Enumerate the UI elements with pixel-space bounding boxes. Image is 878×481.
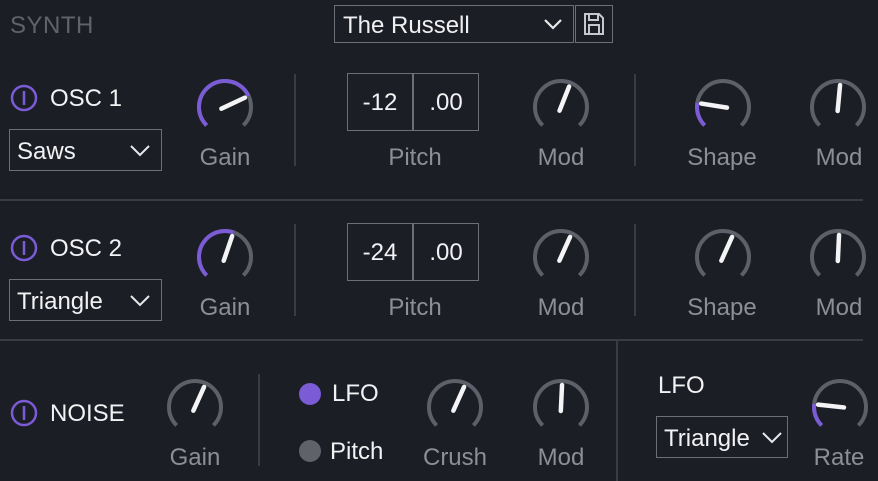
osc2-pitch-fine[interactable]: .00 [413, 223, 479, 281]
osc1-mod-label: Mod [537, 144, 585, 171]
knob-pointer [557, 234, 573, 263]
osc1-gain-knob[interactable] [194, 76, 256, 138]
knob-pointer [699, 101, 730, 110]
noise-mod-knob[interactable] [530, 376, 592, 438]
preset-name: The Russell [343, 12, 470, 39]
column-divider [616, 340, 618, 481]
osc2-pitch-semitone-value: -24 [362, 239, 398, 266]
noise-gain-knob[interactable] [164, 376, 226, 438]
noise-crush-knob[interactable] [424, 376, 486, 438]
knob-pointer [219, 95, 248, 111]
osc2-power-icon[interactable] [10, 234, 38, 262]
knob-value-arc [812, 403, 824, 427]
osc1-wave-select[interactable]: Saws [9, 129, 162, 171]
chevron-down-icon [544, 19, 562, 30]
osc2-mod-label: Mod [537, 294, 585, 321]
osc1-label: OSC 1 [50, 85, 123, 112]
osc1-shape-knob[interactable] [692, 76, 754, 138]
radio-pitch[interactable] [299, 440, 321, 462]
osc1-power-icon[interactable] [10, 84, 38, 112]
osc1-wave-value: Saws [17, 138, 76, 165]
lfo-label: LFO [658, 372, 705, 399]
radio-pitch-label: Pitch [330, 438, 384, 465]
osc1-pitch-label: Pitch [388, 144, 442, 171]
osc1-shape-label: Shape [687, 144, 757, 171]
osc1-pitch-semitone-value: -12 [362, 89, 398, 116]
noise-label: NOISE [50, 400, 125, 427]
chevron-down-icon [130, 145, 150, 157]
noise-crush-label: Crush [422, 444, 488, 471]
preset-dropdown[interactable]: The Russell [334, 5, 574, 43]
section-title: SYNTH [10, 12, 94, 39]
noise-mod-label: Mod [537, 444, 585, 471]
column-divider [294, 74, 296, 166]
knob-pointer [557, 84, 572, 113]
osc2-pitch-fine-value: .00 [429, 239, 463, 266]
osc2-pitch-semitone[interactable]: -24 [347, 223, 413, 281]
osc1-mod-knob[interactable] [530, 76, 592, 138]
knob-pointer [719, 234, 735, 263]
column-divider [294, 224, 296, 316]
knob-pointer [451, 384, 467, 413]
osc2-shape-knob[interactable] [692, 226, 754, 288]
chevron-down-icon [762, 432, 782, 444]
osc2-gain-label: Gain [199, 294, 251, 321]
knob-pointer [221, 233, 235, 264]
chevron-down-icon [130, 295, 150, 307]
lfo-rate-label: Rate [813, 444, 865, 471]
noise-gain-label: Gain [169, 444, 221, 471]
save-icon [584, 13, 604, 35]
lfo-wave-value: Triangle [664, 425, 750, 452]
osc1-pitch-fine-value: .00 [429, 89, 463, 116]
osc2-wave-value: Triangle [17, 288, 103, 315]
osc1-pitch-fine[interactable]: .00 [413, 73, 479, 131]
radio-lfo[interactable] [299, 383, 321, 405]
osc2-label: OSC 2 [50, 235, 123, 262]
osc2-mod-knob[interactable] [530, 226, 592, 288]
column-divider [258, 374, 260, 466]
column-divider [634, 224, 636, 316]
lfo-wave-select[interactable]: Triangle [656, 416, 788, 458]
column-divider [634, 74, 636, 166]
noise-power-icon[interactable] [10, 399, 38, 427]
osc2-shape-label: Shape [687, 294, 757, 321]
knob-value-arc [197, 78, 251, 127]
lfo-rate-knob[interactable] [809, 376, 871, 438]
osc2-gain-knob[interactable] [194, 226, 256, 288]
knob-pointer [558, 382, 565, 414]
knob-pointer [191, 384, 207, 413]
osc1-shape-mod-label: Mod [815, 144, 863, 171]
knob-value-arc [695, 102, 707, 127]
save-preset-button[interactable] [575, 5, 613, 43]
osc2-shape-mod-knob[interactable] [807, 226, 869, 288]
osc1-gain-label: Gain [199, 144, 251, 171]
knob-pointer [835, 82, 843, 114]
osc2-wave-select[interactable]: Triangle [9, 279, 162, 321]
osc2-shape-mod-label: Mod [815, 294, 863, 321]
osc1-shape-mod-knob[interactable] [807, 76, 869, 138]
radio-lfo-label: LFO [332, 380, 379, 407]
row-divider [0, 339, 863, 341]
osc2-pitch-label: Pitch [388, 294, 442, 321]
knob-pointer [815, 402, 847, 410]
row-divider [0, 199, 863, 201]
osc1-pitch-semitone[interactable]: -12 [347, 73, 413, 131]
knob-pointer [835, 232, 842, 264]
